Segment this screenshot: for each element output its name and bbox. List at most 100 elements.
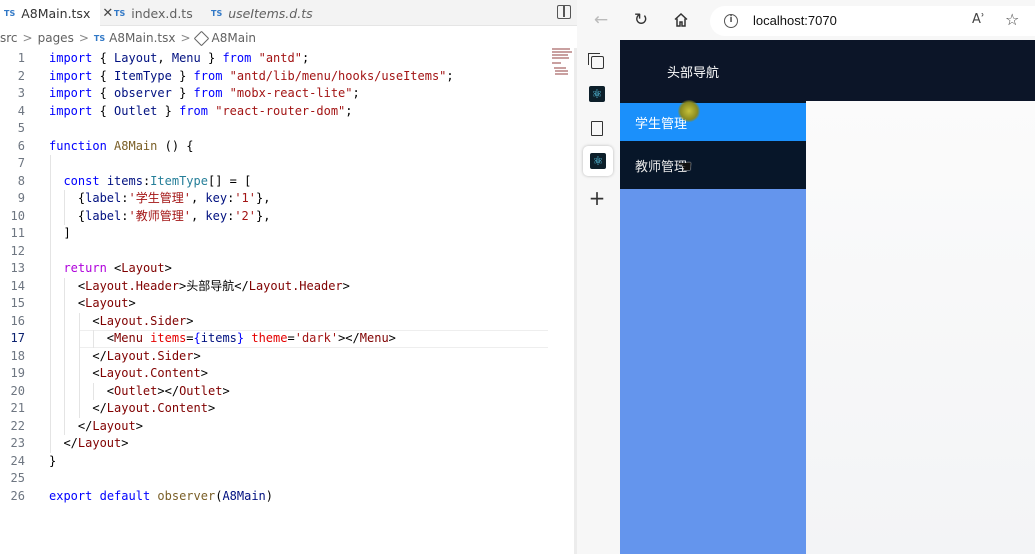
code-line[interactable]: 16 <Layout.Sider>	[0, 312, 560, 330]
code-line[interactable]: 20 <Outlet></Outlet>	[0, 382, 560, 400]
code-editor: TS A8Main.tsx ✕ TS index.d.ts TS useItem…	[0, 0, 577, 554]
tab-actions-icon[interactable]	[587, 52, 607, 72]
vertical-tab-strip: ⚛ ⚛ +	[577, 40, 619, 554]
code-line[interactable]: 5	[0, 120, 560, 138]
menu-item-teachers[interactable]: 教师管理	[620, 146, 806, 184]
code-line[interactable]: 6 function A8Main () {	[0, 138, 560, 156]
editor-tab-bar: TS A8Main.tsx ✕ TS index.d.ts TS useItem…	[0, 0, 577, 26]
code-line[interactable]: 19 <Layout.Content>	[0, 365, 560, 383]
code-line[interactable]: 8 const items:ItemType[] = [	[0, 172, 560, 190]
sider-menu: 学生管理 教师管理	[620, 101, 806, 189]
content-body	[806, 101, 1035, 554]
code-line[interactable]: 14 <Layout.Header>头部导航</Layout.Header>	[0, 277, 560, 295]
code-area[interactable]: 1 import { Layout, Menu } from "antd"; 2i…	[0, 50, 560, 505]
home-icon	[674, 12, 688, 27]
tab-label: index.d.ts	[131, 5, 193, 21]
line-number: 20	[10, 383, 25, 398]
code-line-active[interactable]: 17 <Menu items={items} theme='dark'></Me…	[0, 330, 560, 348]
line-number: 13	[10, 261, 25, 275]
typescript-file-icon: TS	[93, 33, 106, 43]
line-number: 1	[17, 51, 25, 65]
address-bar[interactable]: i localhost:7070 Aʾ ☆	[710, 6, 1035, 36]
code-line[interactable]: 18 </Layout.Sider>	[0, 347, 560, 365]
line-number: 18	[10, 348, 25, 363]
line-number: 5	[17, 121, 25, 135]
line-number: 10	[10, 208, 25, 223]
code-line[interactable]: 1 import { Layout, Menu } from "antd";	[0, 50, 560, 68]
typescript-file-icon: TS	[211, 8, 223, 18]
code-line[interactable]: 7	[0, 155, 560, 173]
tab-index-d-ts[interactable]: TS index.d.ts	[114, 0, 193, 26]
line-number: 21	[10, 401, 25, 415]
line-number: 19	[10, 366, 25, 380]
add-tab-icon[interactable]: +	[587, 186, 607, 210]
page-viewport: 头部导航 学生管理 教师管理	[620, 40, 1035, 554]
browser-window: ← ↻ i localhost:7070 Aʾ ☆ ⚛ ⚛ + 头部导航 学生管…	[577, 0, 1035, 554]
tab-a8main[interactable]: TS A8Main.tsx ✕	[0, 0, 113, 26]
line-number: 22	[10, 418, 25, 433]
line-number: 17	[10, 331, 25, 345]
favorite-star-icon[interactable]: ☆	[1005, 10, 1019, 29]
line-number: 12	[10, 243, 25, 258]
page-tab-icon[interactable]	[587, 118, 607, 138]
code-line[interactable]: 13 return <Layout>	[0, 260, 560, 278]
symbol-module-icon	[193, 30, 209, 46]
chevron-right-icon: >	[78, 31, 89, 45]
line-number: 3	[17, 86, 25, 100]
code-line[interactable]: 21 </Layout.Content>	[0, 400, 560, 418]
code-line[interactable]: 11 ]	[0, 225, 560, 243]
tab-label: useItems.d.ts	[228, 5, 313, 21]
read-aloud-icon[interactable]: Aʾ	[972, 12, 985, 27]
code-line[interactable]: 12	[0, 242, 560, 260]
back-button[interactable]: ←	[591, 10, 611, 30]
line-number: 24	[10, 453, 25, 468]
line-number: 4	[17, 103, 25, 118]
chevron-right-icon: >	[180, 31, 191, 45]
split-editor-icon[interactable]	[557, 5, 571, 19]
click-highlight	[678, 100, 700, 122]
code-line[interactable]: 26 export default observer(A8Main)	[0, 488, 560, 506]
code-line[interactable]: 3 import { observer } from "mobx-react-li…	[0, 85, 560, 103]
line-number: 11	[10, 226, 25, 240]
code-line[interactable]: 4 import { Outlet } from "react-router-do…	[0, 103, 560, 121]
menu-item-students[interactable]: 学生管理	[620, 103, 806, 141]
url-text[interactable]: localhost:7070	[753, 13, 837, 28]
breadcrumb-pages[interactable]: pages	[38, 31, 74, 45]
line-number: 26	[10, 488, 25, 503]
code-line[interactable]: 23 </Layout>	[0, 435, 560, 453]
breadcrumb-src[interactable]: src	[0, 31, 18, 45]
react-tab-icon[interactable]: ⚛	[587, 84, 607, 104]
react-tab-icon-active[interactable]: ⚛	[583, 146, 613, 176]
chevron-right-icon: >	[22, 31, 33, 45]
minimap[interactable]	[552, 48, 574, 78]
arrow-left-icon: ←	[593, 10, 609, 30]
typescript-file-icon: TS	[114, 8, 126, 18]
header-title: 头部导航	[667, 66, 720, 81]
line-number: 9	[17, 191, 25, 205]
code-line[interactable]: 22 </Layout>	[0, 417, 560, 435]
code-line[interactable]: 25	[0, 470, 560, 488]
code-line[interactable]: 2 import { ItemType } from "antd/lib/menu…	[0, 68, 560, 86]
tab-label: A8Main.tsx	[21, 5, 91, 21]
close-icon[interactable]: ✕	[102, 6, 113, 21]
layout-content	[806, 101, 1035, 554]
line-number: 6	[17, 138, 25, 153]
line-number: 7	[17, 156, 25, 170]
refresh-button[interactable]: ↻	[631, 10, 651, 30]
tab-useitems-d-ts[interactable]: TS useItems.d.ts	[211, 0, 313, 26]
breadcrumb-file[interactable]: A8Main.tsx	[109, 31, 175, 45]
breadcrumb-symbol[interactable]: A8Main	[212, 31, 257, 45]
code-line[interactable]: 9 {label:'学生管理', key:'1'},	[0, 190, 560, 208]
code-line[interactable]: 24}	[0, 453, 560, 471]
line-number: 8	[17, 173, 25, 188]
code-line[interactable]: 15 <Layout>	[0, 295, 560, 313]
line-number: 23	[10, 436, 25, 450]
breadcrumb: src > pages > TS A8Main.tsx > A8Main	[0, 28, 256, 48]
browser-toolbar: ← ↻ i localhost:7070 Aʾ ☆	[577, 0, 1035, 40]
home-button[interactable]	[671, 10, 691, 30]
info-icon[interactable]: i	[724, 14, 738, 28]
line-number: 16	[10, 313, 25, 328]
code-line[interactable]: 10 {label:'教师管理', key:'2'},	[0, 207, 560, 225]
line-number: 25	[10, 471, 25, 485]
hand-cursor-icon: ☚	[677, 157, 693, 177]
